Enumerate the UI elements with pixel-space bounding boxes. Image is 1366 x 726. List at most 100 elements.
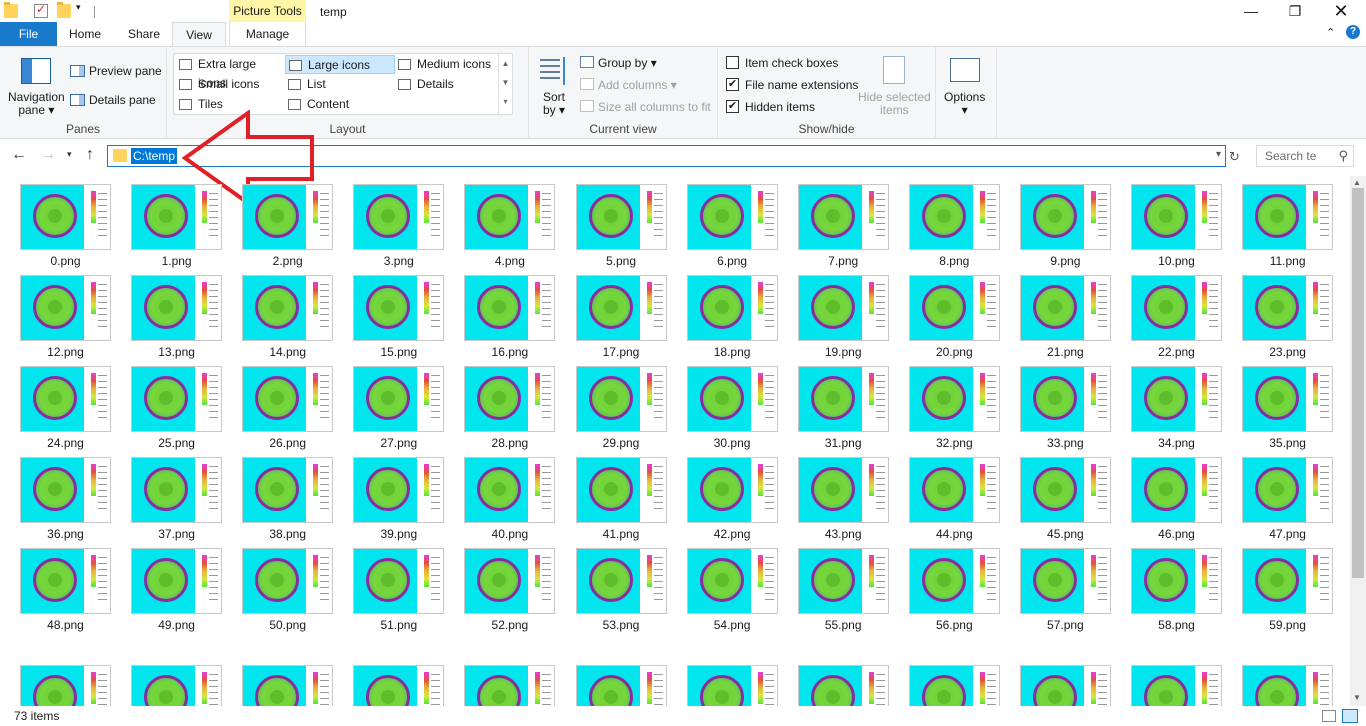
file-item[interactable]: 16.png [454, 269, 556, 359]
file-item[interactable]: 17.png [566, 269, 667, 359]
file-name[interactable]: 1.png [121, 254, 232, 268]
file-item[interactable]: 22.png [1121, 269, 1222, 359]
file-name-extensions-checkbox[interactable]: ✔ [726, 78, 739, 91]
file-name[interactable]: 11.png [1232, 254, 1343, 268]
collapse-ribbon-icon[interactable]: ⌃ [1326, 26, 1335, 39]
layout-gallery-scroll[interactable]: ▲ ▼ ▾ [498, 54, 512, 114]
file-item[interactable]: 36.png [10, 451, 111, 541]
file-item[interactable]: 35.png [1232, 360, 1334, 450]
file-item[interactable]: 24.png [10, 360, 111, 450]
file-item[interactable]: 57.png [1010, 542, 1111, 632]
file-item[interactable]: 47.png [1232, 451, 1334, 541]
file-item[interactable]: 25.png [121, 360, 223, 450]
file-name[interactable]: 30.png [677, 436, 788, 450]
file-name[interactable]: 52.png [454, 618, 565, 632]
file-item[interactable]: 10.png [1121, 178, 1222, 268]
file-item[interactable]: 5.png [566, 178, 667, 268]
file-name[interactable]: 40.png [454, 527, 565, 541]
tab-view[interactable]: View [172, 22, 226, 47]
file-item[interactable]: 29.png [566, 360, 667, 450]
file-name[interactable]: 20.png [899, 345, 1010, 359]
file-item[interactable]: 21.png [1010, 269, 1111, 359]
recent-locations-chevron-icon[interactable]: ▾ [67, 149, 72, 160]
file-item[interactable]: 50.png [232, 542, 334, 632]
file-item[interactable]: 37.png [121, 451, 223, 541]
file-item[interactable] [1232, 659, 1334, 706]
file-item[interactable]: 49.png [121, 542, 223, 632]
tab-manage[interactable]: Manage [229, 22, 306, 46]
file-item[interactable] [566, 659, 667, 706]
file-name[interactable]: 21.png [1010, 345, 1121, 359]
layout-extra-large-icons[interactable]: Extra large icons [176, 55, 284, 90]
file-item[interactable] [343, 659, 445, 706]
sort-by-button[interactable]: Sort by ▾ [543, 91, 565, 117]
file-item[interactable]: 14.png [232, 269, 334, 359]
file-name[interactable]: 14.png [232, 345, 343, 359]
scroll-up-icon[interactable]: ▲ [1353, 178, 1361, 187]
search-placeholder[interactable]: Search te [1265, 149, 1316, 163]
file-name[interactable]: 23.png [1232, 345, 1343, 359]
file-name[interactable]: 22.png [1121, 345, 1232, 359]
scroll-thumb[interactable] [1352, 188, 1364, 578]
file-name-extensions-label[interactable]: File name extensions [745, 78, 858, 92]
navigation-pane-icon[interactable] [21, 58, 51, 84]
file-item[interactable] [10, 659, 111, 706]
file-name[interactable]: 25.png [121, 436, 232, 450]
file-name[interactable]: 50.png [232, 618, 343, 632]
file-name[interactable]: 28.png [454, 436, 565, 450]
file-item[interactable] [677, 659, 778, 706]
file-name[interactable]: 39.png [343, 527, 454, 541]
file-name[interactable]: 48.png [10, 618, 121, 632]
file-item[interactable]: 26.png [232, 360, 334, 450]
sort-by-icon[interactable] [540, 55, 568, 87]
close-button[interactable]: ✕ [1318, 0, 1364, 24]
file-name[interactable]: 43.png [788, 527, 899, 541]
file-item[interactable]: 43.png [788, 451, 889, 541]
up-arrow-icon[interactable]: ↑ [86, 146, 94, 164]
file-name[interactable]: 37.png [121, 527, 232, 541]
layout-list[interactable]: List [285, 75, 395, 94]
file-name[interactable]: 16.png [454, 345, 565, 359]
file-item[interactable] [454, 659, 556, 706]
layout-large-icons[interactable]: Large icons [285, 55, 395, 74]
file-name[interactable]: 10.png [1121, 254, 1232, 268]
file-item[interactable]: 34.png [1121, 360, 1222, 450]
address-path[interactable]: C:\temp [131, 148, 178, 164]
file-name[interactable]: 6.png [677, 254, 788, 268]
vertical-scrollbar[interactable]: ▲ ▼ [1350, 176, 1366, 706]
file-name[interactable]: 8.png [899, 254, 1010, 268]
file-item[interactable]: 0.png [10, 178, 111, 268]
back-arrow-icon[interactable]: ← [11, 146, 27, 164]
file-item[interactable]: 45.png [1010, 451, 1111, 541]
options-icon[interactable] [950, 58, 980, 82]
file-item[interactable]: 20.png [899, 269, 1000, 359]
forward-arrow-icon[interactable]: → [40, 146, 56, 164]
file-item[interactable]: 8.png [899, 178, 1000, 268]
minimize-button[interactable]: — [1228, 0, 1274, 24]
file-item[interactable]: 52.png [454, 542, 556, 632]
file-name[interactable]: 34.png [1121, 436, 1232, 450]
details-pane-button[interactable]: Details pane [89, 93, 156, 107]
file-item[interactable]: 39.png [343, 451, 445, 541]
file-item[interactable] [121, 659, 223, 706]
tab-home[interactable]: Home [57, 22, 113, 46]
quick-access-dropdown-icon[interactable]: ▾ [76, 2, 81, 13]
file-item[interactable]: 15.png [343, 269, 445, 359]
file-name[interactable]: 49.png [121, 618, 232, 632]
scroll-down-icon[interactable]: ▼ [1353, 693, 1361, 702]
file-name[interactable]: 3.png [343, 254, 454, 268]
file-name[interactable]: 15.png [343, 345, 454, 359]
hidden-items-label[interactable]: Hidden items [745, 100, 815, 114]
file-name[interactable]: 53.png [566, 618, 677, 632]
file-item[interactable]: 28.png [454, 360, 556, 450]
layout-small-icons[interactable]: Small icons [176, 75, 284, 94]
file-name[interactable]: 41.png [566, 527, 677, 541]
item-check-boxes-checkbox[interactable] [726, 56, 739, 69]
file-name[interactable]: 51.png [343, 618, 454, 632]
file-name[interactable]: 32.png [899, 436, 1010, 450]
file-item[interactable]: 51.png [343, 542, 445, 632]
file-name[interactable]: 31.png [788, 436, 899, 450]
file-item[interactable]: 1.png [121, 178, 223, 268]
file-item[interactable]: 48.png [10, 542, 111, 632]
hidden-items-checkbox[interactable]: ✔ [726, 100, 739, 113]
